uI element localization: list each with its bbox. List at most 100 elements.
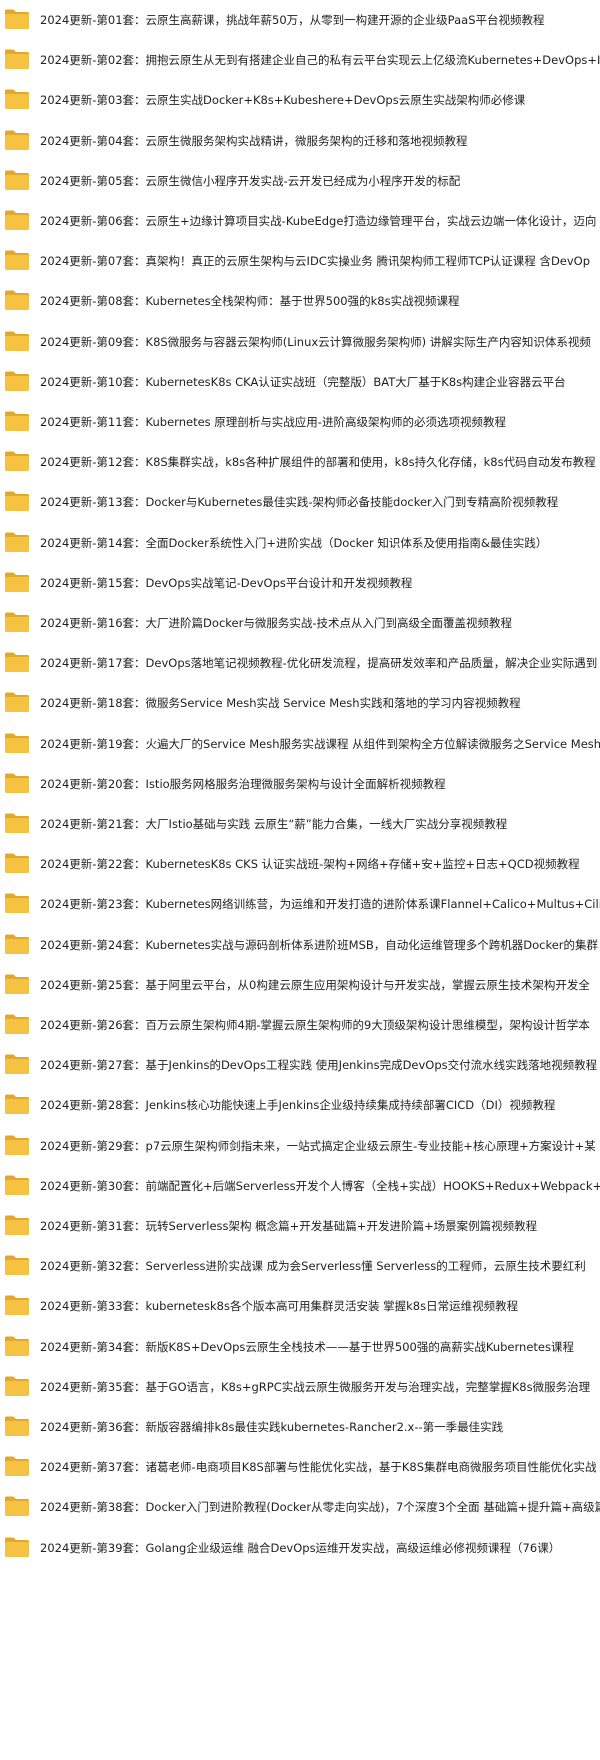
folder-item[interactable]: 2024更新-第13套：Docker与Kubernetes最佳实践-架构师必备技… <box>0 482 600 522</box>
folder-name: 2024更新-第16套：大厂进阶篇Docker与微服务实战-技术点从入门到高级全… <box>40 616 512 630</box>
folder-name: 2024更新-第06套：云原生+边缘计算项目实战-KubeEdge打造边缘管理平… <box>40 214 597 228</box>
folder-icon <box>4 249 30 271</box>
folder-name: 2024更新-第09套：K8S微服务与容器云架构师(Linux云计算微服务架构师… <box>40 334 591 349</box>
folder-icon <box>4 1294 30 1316</box>
folder-item[interactable]: 2024更新-第03套：云原生实战Docker+K8s+Kubeshere+De… <box>0 80 600 120</box>
folder-item[interactable]: 2024更新-第24套：Kubernetes实战与源码剖析体系进阶班MSB，自动… <box>0 925 600 965</box>
folder-item[interactable]: 2024更新-第26套：百万云原生架构师4期-掌握云原生架构师的9大顶级架构设计… <box>0 1005 600 1045</box>
folder-item[interactable]: 2024更新-第15套：DevOps实战笔记-DevOps平台设计和开发视频教程 <box>0 563 600 603</box>
folder-icon <box>4 129 30 151</box>
folder-name: 2024更新-第23套：Kubernetes网络训练营，为运维和开发打造的进阶体… <box>40 897 600 912</box>
folder-name: 2024更新-第25套：基于阿里云平台，从0构建云原生应用架构设计与开发实战，掌… <box>40 977 590 992</box>
folder-item[interactable]: 2024更新-第04套：云原生微服务架构实战精讲，微服务架构的迁移和落地视频教程 <box>0 121 600 161</box>
folder-icon <box>4 1053 30 1075</box>
folder-name: 2024更新-第17套：DevOps落地笔记视频教程-优化研发流程，提高研发效率… <box>40 656 598 671</box>
folder-item[interactable]: 2024更新-第23套：Kubernetes网络训练营，为运维和开发打造的进阶体… <box>0 884 600 924</box>
folder-item[interactable]: 2024更新-第19套：火遍大厂的Service Mesh服务实战课程 从组件到… <box>0 724 600 764</box>
folder-icon <box>4 1375 30 1397</box>
folder-icon <box>4 651 30 673</box>
folder-icon <box>4 1134 30 1156</box>
folder-item[interactable]: 2024更新-第37套：诸葛老师-电商项目K8S部署与性能优化实战，基于K8S集… <box>0 1447 600 1487</box>
folder-item[interactable]: 2024更新-第27套：基于Jenkins的DevOps工程实践 使用Jenki… <box>0 1045 600 1085</box>
folder-name: 2024更新-第02套：拥抱云原生从无到有搭建企业自己的私有云平台实现云上亿级流… <box>40 53 600 68</box>
folder-item[interactable]: 2024更新-第21套：大厂Istio基础与实践 云原生“薪”能力合集，一线大厂… <box>0 804 600 844</box>
folder-icon <box>4 933 30 955</box>
folder-item[interactable]: 2024更新-第01套：云原生高薪课，挑战年薪50万，从零到一构建开源的企业级P… <box>0 0 600 40</box>
folder-item[interactable]: 2024更新-第39套：Golang企业级运维 融合DevOps运维开发实战，高… <box>0 1528 600 1568</box>
folder-name: 2024更新-第20套：Istio服务网格服务治理微服务架构与设计全面解析视频教… <box>40 776 446 791</box>
folder-icon <box>4 531 30 553</box>
folder-icon <box>4 8 30 30</box>
folder-item[interactable]: 2024更新-第18套：微服务Service Mesh实战 Service Me… <box>0 683 600 723</box>
folder-icon <box>4 370 30 392</box>
folder-icon <box>4 1455 30 1477</box>
folder-icon <box>4 611 30 633</box>
folder-name: 2024更新-第18套：微服务Service Mesh实战 Service Me… <box>40 696 521 711</box>
folder-item[interactable]: 2024更新-第17套：DevOps落地笔记视频教程-优化研发流程，提高研发效率… <box>0 643 600 683</box>
folder-item[interactable]: 2024更新-第07套：真架构！真正的云原生架构与云IDC实操业务 腾讯架构师工… <box>0 241 600 281</box>
folder-item[interactable]: 2024更新-第34套：新版K8S+DevOps云原生全栈技术——基于世界500… <box>0 1327 600 1367</box>
folder-name: 2024更新-第01套：云原生高薪课，挑战年薪50万，从零到一构建开源的企业级P… <box>40 13 545 27</box>
folder-icon <box>4 1214 30 1236</box>
folder-icon <box>4 330 30 352</box>
folder-item[interactable]: 2024更新-第09套：K8S微服务与容器云架构师(Linux云计算微服务架构师… <box>0 322 600 362</box>
folder-item[interactable]: 2024更新-第20套：Istio服务网格服务治理微服务架构与设计全面解析视频教… <box>0 764 600 804</box>
folder-item[interactable]: 2024更新-第28套：Jenkins核心功能快速上手Jenkins企业级持续集… <box>0 1085 600 1125</box>
folder-name: 2024更新-第07套：真架构！真正的云原生架构与云IDC实操业务 腾讯架构师工… <box>40 254 591 269</box>
folder-icon <box>4 410 30 432</box>
folder-name: 2024更新-第29套：p7云原生架构师剑指未来，一站式搞定企业级云原生-专业技… <box>40 1138 596 1153</box>
folder-icon <box>4 1335 30 1357</box>
folder-item[interactable]: 2024更新-第11套：Kubernetes 原理剖析与实战应用-进阶高级架构师… <box>0 402 600 442</box>
folder-item[interactable]: 2024更新-第32套：Serverless进阶实战课 成为会Serverles… <box>0 1246 600 1286</box>
folder-icon <box>4 169 30 191</box>
folder-name: 2024更新-第14套：全面Docker系统性入门+进阶实战（Docker 知识… <box>40 535 548 550</box>
folder-icon <box>4 852 30 874</box>
folder-item[interactable]: 2024更新-第16套：大厂进阶篇Docker与微服务实战-技术点从入门到高级全… <box>0 603 600 643</box>
folder-name: 2024更新-第19套：火遍大厂的Service Mesh服务实战课程 从组件到… <box>40 736 600 751</box>
folder-item[interactable]: 2024更新-第30套：前端配置化+后端Serverless开发个人博客（全栈+… <box>0 1166 600 1206</box>
folder-name: 2024更新-第34套：新版K8S+DevOps云原生全栈技术——基于世界500… <box>40 1339 574 1354</box>
folder-name: 2024更新-第30套：前端配置化+后端Serverless开发个人博客（全栈+… <box>40 1178 600 1193</box>
folder-item[interactable]: 2024更新-第38套：Docker入门到进阶教程(Docker从零走向实战)，… <box>0 1487 600 1527</box>
folder-item[interactable]: 2024更新-第33套：kubernetesk8s各个版本高可用集群灵活安装 掌… <box>0 1286 600 1326</box>
folder-name: 2024更新-第33套：kubernetesk8s各个版本高可用集群灵活安装 掌… <box>40 1299 519 1314</box>
folder-name: 2024更新-第38套：Docker入门到进阶教程(Docker从零走向实战)，… <box>40 1500 600 1515</box>
folder-name: 2024更新-第37套：诸葛老师-电商项目K8S部署与性能优化实战，基于K8S集… <box>40 1460 597 1475</box>
folder-item[interactable]: 2024更新-第29套：p7云原生架构师剑指未来，一站式搞定企业级云原生-专业技… <box>0 1126 600 1166</box>
folder-icon <box>4 490 30 512</box>
folder-item[interactable]: 2024更新-第25套：基于阿里云平台，从0构建云原生应用架构设计与开发实战，掌… <box>0 965 600 1005</box>
folder-item[interactable]: 2024更新-第06套：云原生+边缘计算项目实战-KubeEdge打造边缘管理平… <box>0 201 600 241</box>
folder-name: 2024更新-第35套：基于GO语言，K8s+gRPC实战云原生微服务开发与治理… <box>40 1379 591 1394</box>
folder-name: 2024更新-第10套：KubernetesK8s CKA认证实战班（完整版）B… <box>40 374 566 389</box>
folder-item[interactable]: 2024更新-第35套：基于GO语言，K8s+gRPC实战云原生微服务开发与治理… <box>0 1367 600 1407</box>
folder-name: 2024更新-第15套：DevOps实战笔记-DevOps平台设计和开发视频教程 <box>40 575 413 590</box>
folder-name: 2024更新-第08套：Kubernetes全栈架构师：基于世界500强的k8s… <box>40 294 460 309</box>
folder-name: 2024更新-第26套：百万云原生架构师4期-掌握云原生架构师的9大顶级架构设计… <box>40 1018 590 1032</box>
folder-name: 2024更新-第12套：K8S集群实战，k8s各种扩展组件的部署和使用，k8s持… <box>40 455 596 470</box>
folder-item[interactable]: 2024更新-第10套：KubernetesK8s CKA认证实战班（完整版）B… <box>0 362 600 402</box>
folder-item[interactable]: 2024更新-第05套：云原生微信小程序开发实战-云开发已经成为小程序开发的标配 <box>0 161 600 201</box>
folder-item[interactable]: 2024更新-第36套：新版容器编排k8s最佳实践kubernetes-Ranc… <box>0 1407 600 1447</box>
folder-item[interactable]: 2024更新-第14套：全面Docker系统性入门+进阶实战（Docker 知识… <box>0 523 600 563</box>
folder-icon <box>4 1495 30 1517</box>
folder-icon <box>4 691 30 713</box>
folder-icon <box>4 48 30 70</box>
folder-icon <box>4 1174 30 1196</box>
folder-name: 2024更新-第05套：云原生微信小程序开发实战-云开发已经成为小程序开发的标配 <box>40 173 461 188</box>
folder-name: 2024更新-第21套：大厂Istio基础与实践 云原生“薪”能力合集，一线大厂… <box>40 817 508 831</box>
folder-icon <box>4 732 30 754</box>
folder-item[interactable]: 2024更新-第08套：Kubernetes全栈架构师：基于世界500强的k8s… <box>0 281 600 321</box>
folder-item[interactable]: 2024更新-第12套：K8S集群实战，k8s各种扩展组件的部署和使用，k8s持… <box>0 442 600 482</box>
folder-name: 2024更新-第27套：基于Jenkins的DevOps工程实践 使用Jenki… <box>40 1058 598 1073</box>
folder-icon <box>4 772 30 794</box>
folder-item[interactable]: 2024更新-第02套：拥抱云原生从无到有搭建企业自己的私有云平台实现云上亿级流… <box>0 40 600 80</box>
folder-name: 2024更新-第39套：Golang企业级运维 融合DevOps运维开发实战，高… <box>40 1540 561 1555</box>
folder-item[interactable]: 2024更新-第31套：玩转Serverless架构 概念篇+开发基础篇+开发进… <box>0 1206 600 1246</box>
folder-icon <box>4 1093 30 1115</box>
folder-name: 2024更新-第28套：Jenkins核心功能快速上手Jenkins企业级持续集… <box>40 1098 556 1113</box>
folder-icon <box>4 289 30 311</box>
folder-name: 2024更新-第31套：玩转Serverless架构 概念篇+开发基础篇+开发进… <box>40 1219 538 1233</box>
folder-item[interactable]: 2024更新-第22套：KubernetesK8s CKS 认证实战班-架构+网… <box>0 844 600 884</box>
folder-icon <box>4 209 30 231</box>
folder-icon <box>4 1254 30 1276</box>
